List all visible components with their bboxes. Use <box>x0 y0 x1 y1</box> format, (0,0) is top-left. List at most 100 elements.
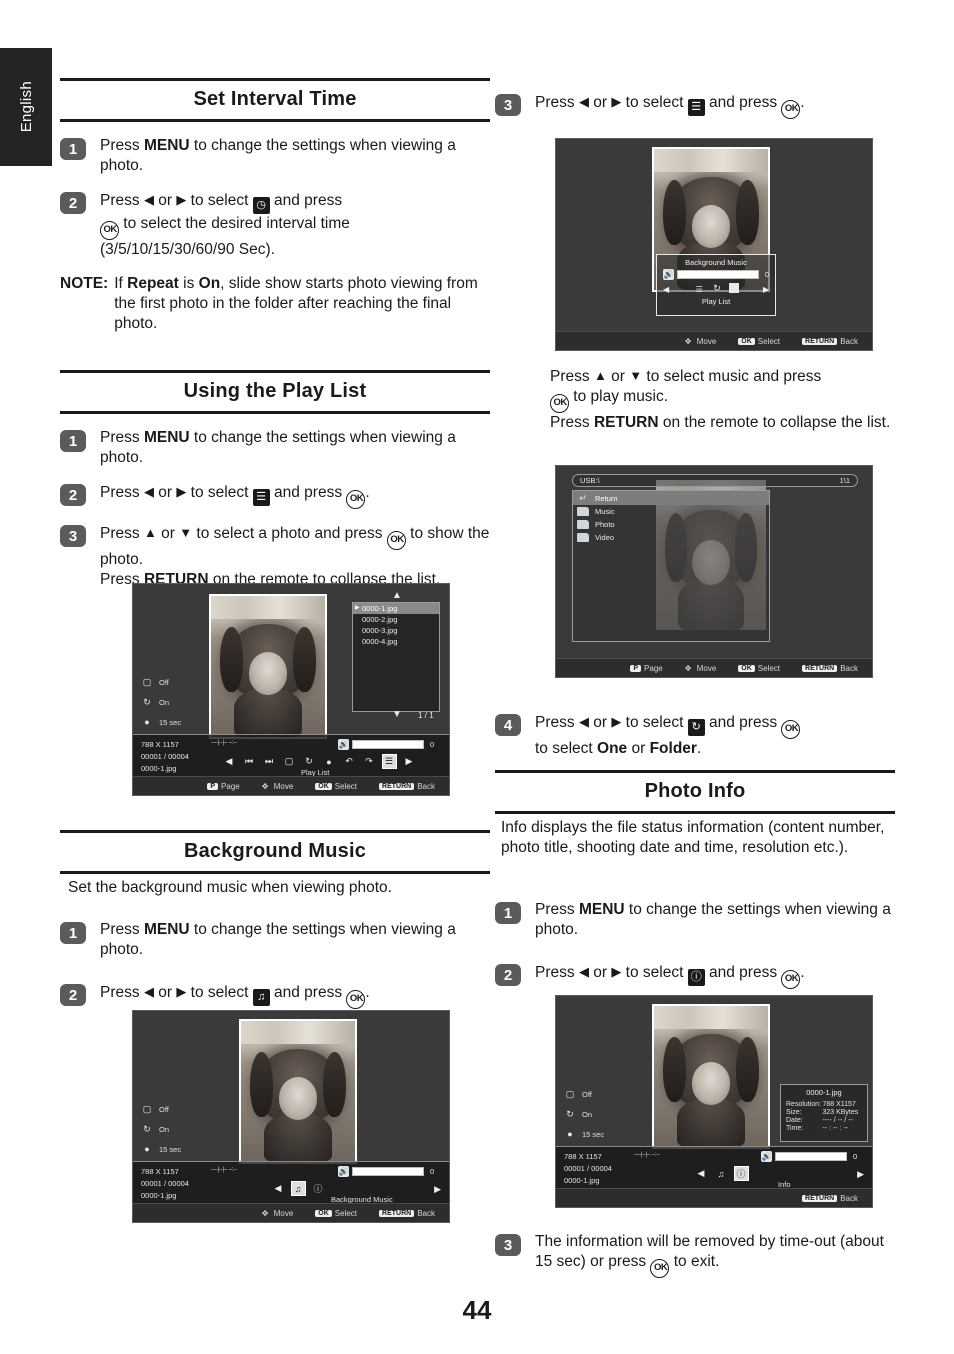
folder-icon <box>577 533 589 542</box>
scroll-down-icon[interactable]: ▼ <box>392 709 402 720</box>
photo-thumbnail <box>239 1019 357 1164</box>
next-arrow-icon[interactable]: ▶ <box>403 755 416 768</box>
usb-list-item-return[interactable]: ↵ Return <box>573 491 769 505</box>
step-text-part: Press <box>100 525 144 542</box>
volume-control[interactable]: 🔊 0 <box>338 739 434 750</box>
step-text-part: Press <box>100 484 144 501</box>
skip-next-icon[interactable]: ⏭ <box>263 755 276 768</box>
clock-icon[interactable]: ● <box>323 755 336 768</box>
hint-key: OK <box>738 664 755 672</box>
popup-volume-control[interactable]: 🔊 0 <box>657 269 775 280</box>
ok-button-icon: OK <box>386 531 406 550</box>
volume-bar[interactable] <box>352 1167 424 1176</box>
volume-icon[interactable]: 🔊 <box>338 1166 349 1177</box>
prev-arrow-icon[interactable]: ◀ <box>223 755 236 768</box>
music-note-icon[interactable]: ♫ <box>290 1181 306 1196</box>
background-music-popup[interactable]: Background Music 🔊 0 ◀ ☰ ↻ ▶ Play List <box>656 254 776 316</box>
usb-list-item-music[interactable]: Music <box>573 505 769 518</box>
music-note-icon[interactable]: ♫ <box>715 1167 728 1180</box>
step-text: The information will be removed by time-… <box>535 1232 895 1278</box>
usb-list-item-photo[interactable]: Photo <box>573 518 769 531</box>
playlist-item[interactable]: 0000-1.jpg <box>353 603 439 614</box>
play-list-icon[interactable]: ☰ <box>693 283 705 295</box>
next-arrow-icon[interactable]: ▶ <box>763 285 769 294</box>
hint-key: OK <box>738 337 755 345</box>
info-icon[interactable]: ⓘ <box>312 1182 325 1195</box>
step-text-part: (3/5/10/15/30/60/90 Sec). <box>100 241 275 258</box>
prev-arrow-icon[interactable]: ◀ <box>695 1167 708 1180</box>
info-icon[interactable]: ⓘ <box>733 1166 749 1181</box>
volume-value: 0 <box>430 1167 435 1176</box>
status-row: ▢ Off <box>141 676 181 688</box>
volume-icon[interactable]: 🔊 <box>761 1151 772 1162</box>
step-text-part: to select <box>186 484 253 501</box>
volume-bar[interactable] <box>352 740 424 749</box>
hint-select: OK Select <box>315 782 357 791</box>
slideshow-icon: ▢ <box>142 1103 152 1114</box>
arrow-left-icon: ◀ <box>578 94 589 109</box>
info-lines: 788 X 1157 00001 / 00004 0000-1.jpg <box>141 739 189 775</box>
playlist-item[interactable]: 0000-4.jpg <box>353 636 439 647</box>
step-text-bold: MENU <box>143 429 190 446</box>
photo-info-panel: 0000-1.jpg Resolution: 788 X1157 Size: 323… <box>780 1084 868 1142</box>
control-strip[interactable]: ◀ ♫ ⓘ <box>263 1181 333 1196</box>
volume-bar[interactable] <box>775 1152 847 1161</box>
rotate-left-icon[interactable]: ↶ <box>343 755 356 768</box>
photo-info-intro: Info displays the file status informatio… <box>501 819 885 856</box>
playlist-item[interactable]: 0000-3.jpg <box>353 625 439 636</box>
hint-label: Back <box>417 781 435 791</box>
playlist-item[interactable]: 0000-2.jpg <box>353 614 439 625</box>
control-strip[interactable]: ◀ ⏮ ⏭ ▢ ↻ ● ↶ ↷ ☰ ▶ <box>219 754 419 769</box>
stop-icon[interactable] <box>728 283 739 293</box>
next-arrow-icon[interactable]: ▶ <box>434 1184 441 1195</box>
slideshow-icon[interactable]: ▢ <box>283 755 296 768</box>
step-text: Press ▲ or ▼ to select a photo and press… <box>100 523 490 590</box>
step-text-bold: MENU <box>143 137 190 154</box>
next-arrow-icon[interactable]: ▶ <box>857 1169 864 1180</box>
language-tab-label: English <box>17 81 35 133</box>
step-text: Press MENU to change the settings when v… <box>100 136 490 176</box>
photo-image <box>241 1021 355 1162</box>
step-number-badge: 1 <box>60 430 86 452</box>
usb-list-item-video[interactable]: Video <box>573 531 769 544</box>
arrow-right-icon: ▶ <box>176 484 187 499</box>
usb-item-label: Video <box>595 533 615 542</box>
popup-control-strip[interactable]: ◀ ☰ ↻ ▶ <box>657 280 775 295</box>
hint-back: RETURN Back <box>379 782 435 791</box>
repeat-icon[interactable]: ↻ <box>303 755 316 768</box>
prev-arrow-icon[interactable]: ◀ <box>663 285 669 294</box>
arrow-left-icon: ◀ <box>143 192 154 207</box>
volume-icon[interactable]: 🔊 <box>663 269 674 280</box>
hint-page: P Page <box>207 782 240 791</box>
play-list-icon[interactable]: ☰ <box>381 754 397 769</box>
skip-prev-icon[interactable]: ⏮ <box>243 755 256 768</box>
usb-file-list[interactable]: ↵ Return Music Photo Video <box>572 490 770 642</box>
hint-key: P <box>630 664 642 672</box>
info-filename: 0000-1.jpg <box>564 1176 600 1185</box>
step-text-part: and press <box>704 94 782 111</box>
info-bar: 788 X 1157 00001 / 00004 0000-1.jpg ----… <box>133 1161 449 1205</box>
ok-button-icon: OK <box>346 490 366 509</box>
step-item: 3 Press ◀ or ▶ to select ☰ and press OK. <box>495 92 925 119</box>
volume-icon[interactable]: 🔊 <box>338 739 349 750</box>
waveform-ticks: ----|--|-- --:-- <box>211 1167 237 1173</box>
status-label: On <box>159 1124 170 1134</box>
status-label: On <box>582 1109 593 1119</box>
rotate-right-icon[interactable]: ↷ <box>363 755 376 768</box>
prev-arrow-icon[interactable]: ◀ <box>272 1182 285 1195</box>
left-column: Set Interval Time 1 Press MENU to change… <box>60 78 490 1223</box>
volume-control[interactable]: 🔊 0 <box>338 1166 434 1177</box>
scroll-up-icon[interactable]: ▲ <box>392 590 402 601</box>
popup-icon-group[interactable]: ☰ ↻ <box>693 283 739 295</box>
status-label: Off <box>582 1089 592 1099</box>
control-strip[interactable]: ◀ ♫ ⓘ <box>686 1166 756 1181</box>
volume-bar[interactable] <box>677 270 759 279</box>
volume-control[interactable]: 🔊 0 <box>761 1151 857 1162</box>
arrow-up-icon: ▲ <box>593 368 607 383</box>
playlist-panel[interactable]: 0000-1.jpg 0000-2.jpg 0000-3.jpg 0000-4.… <box>352 602 440 712</box>
hint-key: RETURN <box>379 782 415 790</box>
repeat-icon[interactable]: ↻ <box>713 283 721 295</box>
clock-icon: ● <box>144 717 150 727</box>
hint-select: OK Select <box>315 1209 357 1218</box>
step-item: 2 Press ◀ or ▶ to select ◷ and press OK … <box>60 190 490 260</box>
